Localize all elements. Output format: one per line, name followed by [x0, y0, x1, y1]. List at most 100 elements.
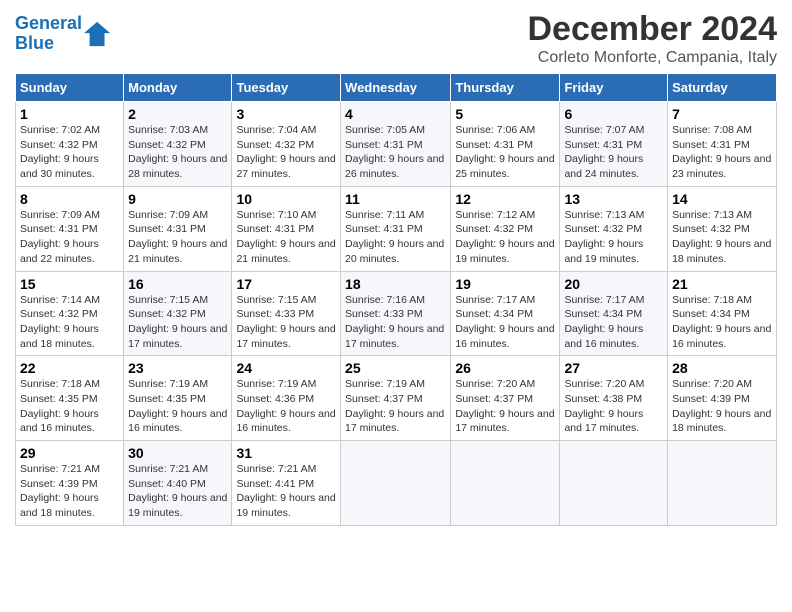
weekday-header: Tuesday: [232, 74, 341, 102]
calendar-cell: 25Sunrise: 7:19 AMSunset: 4:37 PMDayligh…: [341, 356, 451, 441]
calendar-cell: [451, 441, 560, 526]
calendar-week-row: 15Sunrise: 7:14 AMSunset: 4:32 PMDayligh…: [16, 271, 777, 356]
day-number: 26: [455, 360, 555, 376]
day-number: 13: [564, 191, 663, 207]
day-detail: Sunrise: 7:18 AMSunset: 4:34 PMDaylight:…: [672, 294, 771, 350]
day-number: 24: [236, 360, 336, 376]
day-detail: Sunrise: 7:21 AMSunset: 4:41 PMDaylight:…: [236, 463, 335, 519]
day-detail: Sunrise: 7:07 AMSunset: 4:31 PMDaylight:…: [564, 124, 644, 180]
title-area: December 2024 Corleto Monforte, Campania…: [527, 10, 777, 67]
day-number: 20: [564, 276, 663, 292]
header: General Blue December 2024 Corleto Monfo…: [15, 10, 777, 67]
weekday-header: Monday: [124, 74, 232, 102]
day-number: 29: [20, 445, 119, 461]
calendar-cell: [560, 441, 668, 526]
calendar-cell: 28 Sunrise: 7:20 AMSunset: 4:39 PMDayligh…: [668, 356, 777, 441]
day-detail: Sunrise: 7:19 AMSunset: 4:35 PMDaylight:…: [128, 378, 227, 434]
day-detail: Sunrise: 7:17 AMSunset: 4:34 PMDaylight:…: [455, 294, 554, 350]
logo-blue: Blue: [15, 33, 54, 53]
calendar-week-row: 22Sunrise: 7:18 AMSunset: 4:35 PMDayligh…: [16, 356, 777, 441]
calendar-cell: 17 Sunrise: 7:15 AMSunset: 4:33 PMDayligh…: [232, 271, 341, 356]
day-detail: Sunrise: 7:15 AMSunset: 4:33 PMDaylight:…: [236, 294, 335, 350]
calendar-cell: 8 Sunrise: 7:09 AMSunset: 4:31 PMDaylight…: [16, 186, 124, 271]
day-number: 9: [128, 191, 227, 207]
day-detail: Sunrise: 7:09 AMSunset: 4:31 PMDaylight:…: [20, 209, 100, 265]
day-number: 16: [128, 276, 227, 292]
day-detail: Sunrise: 7:04 AMSunset: 4:32 PMDaylight:…: [236, 124, 335, 180]
calendar-table: SundayMondayTuesdayWednesdayThursdayFrid…: [15, 73, 777, 526]
day-number: 8: [20, 191, 119, 207]
day-number: 10: [236, 191, 336, 207]
calendar-cell: 21 Sunrise: 7:18 AMSunset: 4:34 PMDayligh…: [668, 271, 777, 356]
day-number: 12: [455, 191, 555, 207]
day-number: 2: [128, 106, 227, 122]
day-detail: Sunrise: 7:12 AMSunset: 4:32 PMDaylight:…: [455, 209, 554, 265]
calendar-cell: 18Sunrise: 7:16 AMSunset: 4:33 PMDayligh…: [341, 271, 451, 356]
day-number: 19: [455, 276, 555, 292]
calendar-cell: 7 Sunrise: 7:08 AMSunset: 4:31 PMDaylight…: [668, 102, 777, 187]
day-detail: Sunrise: 7:21 AMSunset: 4:39 PMDaylight:…: [20, 463, 100, 519]
day-detail: Sunrise: 7:14 AMSunset: 4:32 PMDaylight:…: [20, 294, 100, 350]
day-detail: Sunrise: 7:17 AMSunset: 4:34 PMDaylight:…: [564, 294, 644, 350]
day-detail: Sunrise: 7:13 AMSunset: 4:32 PMDaylight:…: [564, 209, 644, 265]
day-detail: Sunrise: 7:05 AMSunset: 4:31 PMDaylight:…: [345, 124, 444, 180]
calendar-cell: 10 Sunrise: 7:10 AMSunset: 4:31 PMDayligh…: [232, 186, 341, 271]
day-number: 25: [345, 360, 446, 376]
calendar-cell: 24Sunrise: 7:19 AMSunset: 4:36 PMDayligh…: [232, 356, 341, 441]
day-number: 27: [564, 360, 663, 376]
day-number: 6: [564, 106, 663, 122]
subtitle: Corleto Monforte, Campania, Italy: [527, 49, 777, 67]
day-number: 11: [345, 191, 446, 207]
calendar-cell: 11Sunrise: 7:11 AMSunset: 4:31 PMDayligh…: [341, 186, 451, 271]
day-detail: Sunrise: 7:03 AMSunset: 4:32 PMDaylight:…: [128, 124, 227, 180]
day-number: 28: [672, 360, 772, 376]
calendar-cell: 26 Sunrise: 7:20 AMSunset: 4:37 PMDayligh…: [451, 356, 560, 441]
day-detail: Sunrise: 7:20 AMSunset: 4:38 PMDaylight:…: [564, 378, 644, 434]
day-number: 31: [236, 445, 336, 461]
day-number: 17: [236, 276, 336, 292]
day-detail: Sunrise: 7:08 AMSunset: 4:31 PMDaylight:…: [672, 124, 771, 180]
day-detail: Sunrise: 7:13 AMSunset: 4:32 PMDaylight:…: [672, 209, 771, 265]
calendar-cell: 19 Sunrise: 7:17 AMSunset: 4:34 PMDayligh…: [451, 271, 560, 356]
day-number: 3: [236, 106, 336, 122]
calendar-week-row: 29 Sunrise: 7:21 AMSunset: 4:39 PMDayligh…: [16, 441, 777, 526]
day-number: 21: [672, 276, 772, 292]
day-detail: Sunrise: 7:10 AMSunset: 4:31 PMDaylight:…: [236, 209, 335, 265]
main-title: December 2024: [527, 10, 777, 49]
calendar-cell: 1Sunrise: 7:02 AMSunset: 4:32 PMDaylight…: [16, 102, 124, 187]
day-detail: Sunrise: 7:20 AMSunset: 4:37 PMDaylight:…: [455, 378, 554, 434]
logo-icon: [84, 20, 112, 48]
day-detail: Sunrise: 7:16 AMSunset: 4:33 PMDaylight:…: [345, 294, 444, 350]
calendar-cell: 23 Sunrise: 7:19 AMSunset: 4:35 PMDayligh…: [124, 356, 232, 441]
logo-general: General: [15, 13, 82, 33]
calendar-cell: 13 Sunrise: 7:13 AMSunset: 4:32 PMDayligh…: [560, 186, 668, 271]
weekday-header: Thursday: [451, 74, 560, 102]
weekday-header: Wednesday: [341, 74, 451, 102]
day-detail: Sunrise: 7:15 AMSunset: 4:32 PMDaylight:…: [128, 294, 227, 350]
calendar-cell: 22Sunrise: 7:18 AMSunset: 4:35 PMDayligh…: [16, 356, 124, 441]
day-detail: Sunrise: 7:20 AMSunset: 4:39 PMDaylight:…: [672, 378, 771, 434]
calendar-cell: 27 Sunrise: 7:20 AMSunset: 4:38 PMDayligh…: [560, 356, 668, 441]
day-number: 23: [128, 360, 227, 376]
calendar-cell: 6 Sunrise: 7:07 AMSunset: 4:31 PMDaylight…: [560, 102, 668, 187]
calendar-cell: 3 Sunrise: 7:04 AMSunset: 4:32 PMDaylight…: [232, 102, 341, 187]
calendar-cell: 31 Sunrise: 7:21 AMSunset: 4:41 PMDayligh…: [232, 441, 341, 526]
calendar-cell: 2 Sunrise: 7:03 AMSunset: 4:32 PMDaylight…: [124, 102, 232, 187]
day-detail: Sunrise: 7:09 AMSunset: 4:31 PMDaylight:…: [128, 209, 227, 265]
day-number: 1: [20, 106, 119, 122]
day-number: 4: [345, 106, 446, 122]
calendar-cell: 5Sunrise: 7:06 AMSunset: 4:31 PMDaylight…: [451, 102, 560, 187]
day-number: 22: [20, 360, 119, 376]
day-detail: Sunrise: 7:21 AMSunset: 4:40 PMDaylight:…: [128, 463, 227, 519]
logo: General Blue: [15, 14, 112, 54]
calendar-cell: 4 Sunrise: 7:05 AMSunset: 4:31 PMDaylight…: [341, 102, 451, 187]
calendar-cell: 20 Sunrise: 7:17 AMSunset: 4:34 PMDayligh…: [560, 271, 668, 356]
calendar-cell: 15Sunrise: 7:14 AMSunset: 4:32 PMDayligh…: [16, 271, 124, 356]
calendar-cell: 29 Sunrise: 7:21 AMSunset: 4:39 PMDayligh…: [16, 441, 124, 526]
calendar-cell: 14Sunrise: 7:13 AMSunset: 4:32 PMDayligh…: [668, 186, 777, 271]
calendar-week-row: 8 Sunrise: 7:09 AMSunset: 4:31 PMDaylight…: [16, 186, 777, 271]
weekday-header: Sunday: [16, 74, 124, 102]
calendar-cell: 9 Sunrise: 7:09 AMSunset: 4:31 PMDaylight…: [124, 186, 232, 271]
calendar-week-row: 1Sunrise: 7:02 AMSunset: 4:32 PMDaylight…: [16, 102, 777, 187]
day-number: 7: [672, 106, 772, 122]
